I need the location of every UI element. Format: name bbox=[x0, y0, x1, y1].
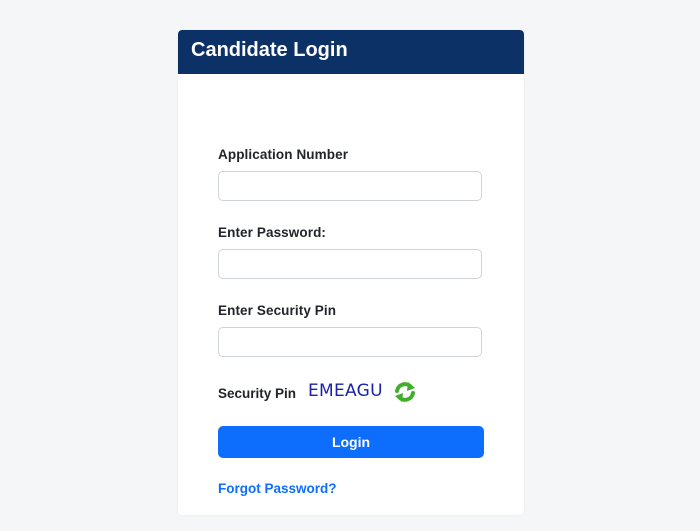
captcha-code: EMEAGU bbox=[308, 381, 383, 401]
refresh-icon[interactable] bbox=[392, 379, 418, 405]
application-number-label: Application Number bbox=[218, 147, 349, 162]
password-input[interactable] bbox=[218, 249, 482, 279]
login-card: Candidate Login Application Number Enter… bbox=[178, 30, 524, 515]
security-pin-input[interactable] bbox=[218, 327, 482, 357]
security-pin-input-label: Enter Security Pin bbox=[218, 303, 337, 318]
page-title: Candidate Login bbox=[191, 39, 348, 61]
password-label: Enter Password: bbox=[218, 225, 327, 240]
security-pin-label: Security Pin bbox=[218, 386, 297, 401]
application-number-input[interactable] bbox=[218, 171, 482, 201]
login-button[interactable]: Login bbox=[218, 426, 484, 458]
card-header: Candidate Login bbox=[178, 30, 524, 74]
forgot-password-link[interactable]: Forgot Password? bbox=[218, 481, 337, 496]
